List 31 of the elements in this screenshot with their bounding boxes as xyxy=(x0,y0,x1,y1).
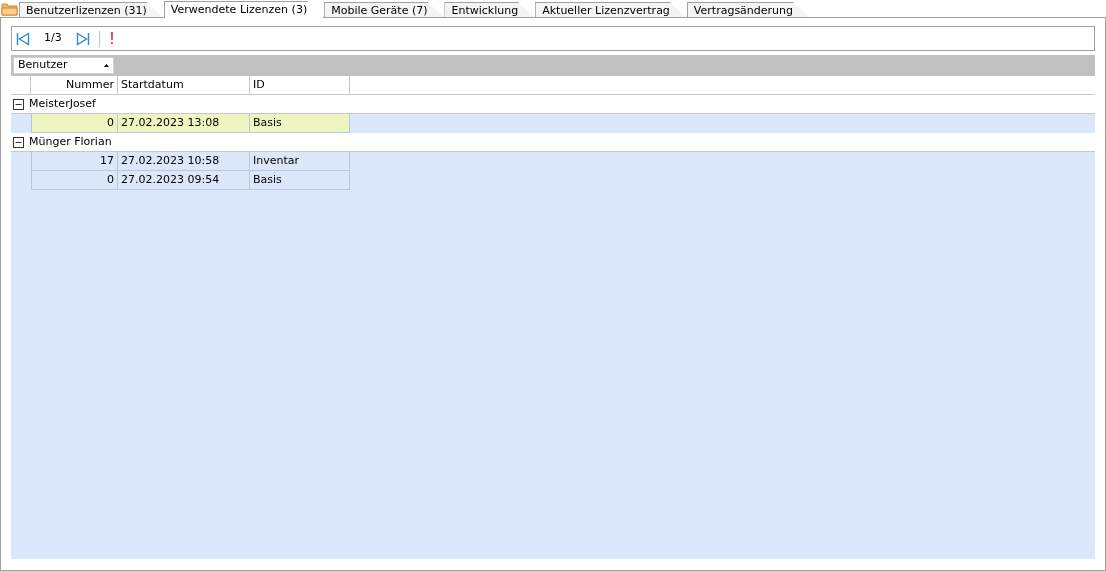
tab[interactable]: Aktueller Lizenzvertrag xyxy=(535,2,686,17)
tab[interactable]: Mobile Geräte (7) xyxy=(324,2,444,17)
tab[interactable]: Vertragsänderung xyxy=(686,2,810,17)
table-cell: Basis xyxy=(250,171,350,190)
table-cell: 0 xyxy=(31,171,118,190)
page-indicator: 1/3 xyxy=(43,30,63,47)
collapse-icon[interactable] xyxy=(13,98,24,110)
group-title: Münger Florian xyxy=(29,133,112,150)
table-row[interactable]: 17 27.02.2023 10:58 Inventar xyxy=(31,152,1095,171)
column-header[interactable]: Nummer xyxy=(31,76,118,94)
next-page-icon[interactable] xyxy=(75,31,90,46)
alert-mark[interactable]: ! xyxy=(108,30,116,47)
tab[interactable]: Verwendete Lizenzen (3) xyxy=(163,1,324,18)
table-row[interactable]: 0 27.02.2023 13:08 Basis xyxy=(31,114,1095,133)
collapse-icon[interactable] xyxy=(13,136,24,148)
table-cell: 27.02.2023 09:54 xyxy=(118,171,250,190)
tab[interactable]: Entwicklung xyxy=(444,2,535,17)
first-page-icon[interactable] xyxy=(16,31,30,46)
column-header[interactable]: Startdatum xyxy=(118,76,250,94)
table-cell: 17 xyxy=(31,152,118,171)
group-by-chip[interactable]: Benutzer xyxy=(13,57,114,74)
table-cell: 27.02.2023 13:08 xyxy=(118,114,250,133)
table-row[interactable]: 0 27.02.2023 09:54 Basis xyxy=(31,171,1095,190)
group-title: MeisterJosef xyxy=(29,95,96,112)
table-cell: 0 xyxy=(31,114,118,133)
table-cell: Basis xyxy=(250,114,350,133)
tab[interactable]: Benutzerlizenzen (31) xyxy=(19,2,163,17)
table-cell: Inventar xyxy=(250,152,350,171)
table-cell: 27.02.2023 10:58 xyxy=(118,152,250,171)
folder-icon xyxy=(1,2,18,16)
column-header[interactable]: ID xyxy=(250,76,350,94)
